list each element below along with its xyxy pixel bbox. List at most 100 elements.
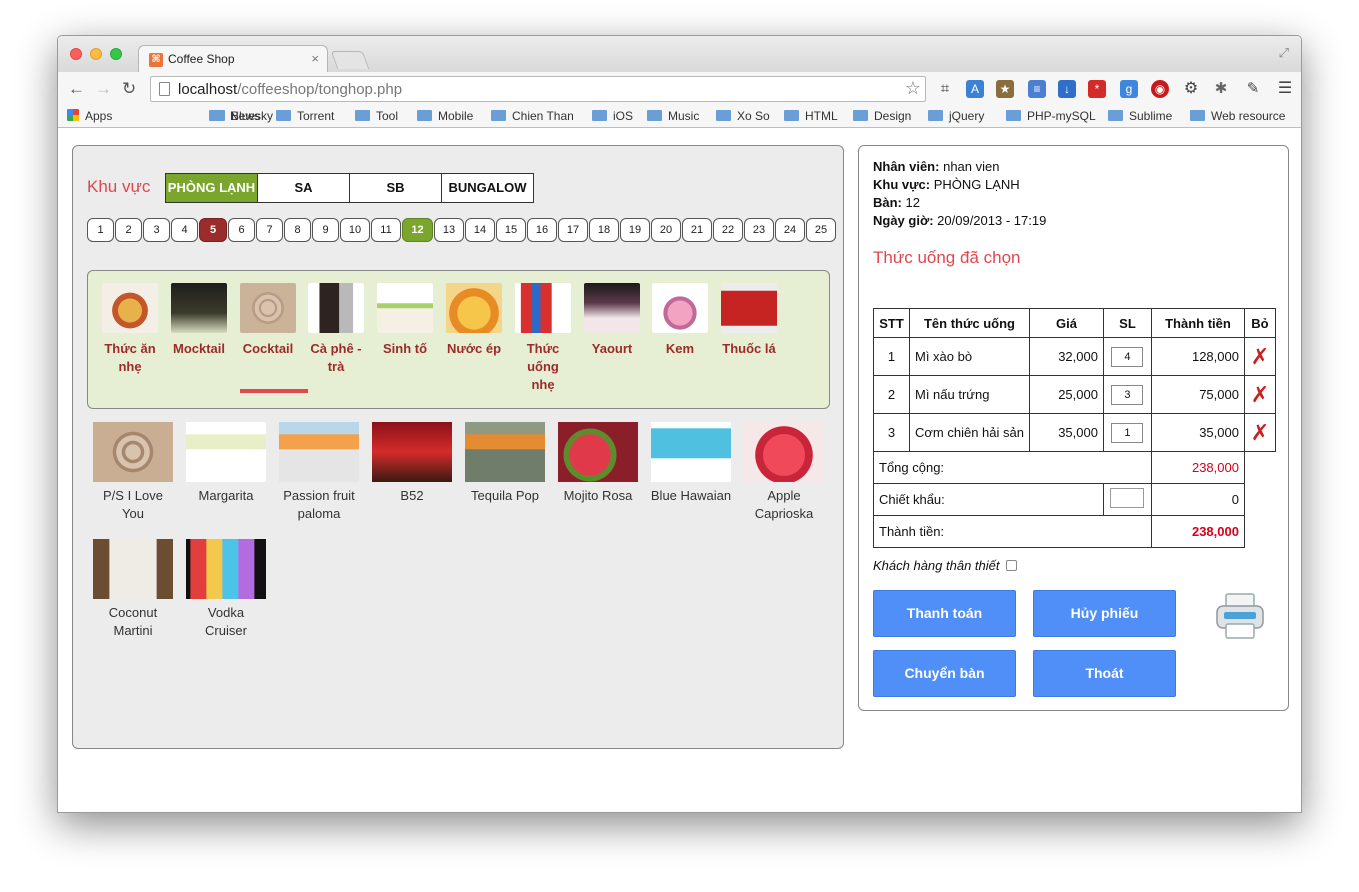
product-item[interactable]: Apple Caprioska: [739, 422, 829, 523]
tab-area-sb[interactable]: SB: [349, 173, 442, 203]
product-item[interactable]: Mojito Rosa: [553, 422, 643, 505]
move-table-button[interactable]: Chuyển bàn: [873, 650, 1016, 697]
zoom-window-button[interactable]: [110, 48, 122, 60]
notes-extension-icon[interactable]: ≡: [1028, 80, 1046, 98]
bookmark-folder[interactable]: Web resource: [1190, 109, 1285, 123]
bookmark-folder[interactable]: Mobile: [417, 109, 473, 123]
pay-button[interactable]: Thanh toán: [873, 590, 1016, 637]
table-button[interactable]: 1: [87, 218, 114, 242]
table-button[interactable]: 16: [527, 218, 557, 242]
bug-extension-icon[interactable]: ✱: [1212, 80, 1230, 98]
table-button[interactable]: 15: [496, 218, 526, 242]
category-item[interactable]: Sinh tố: [370, 283, 440, 358]
bookmark-folder[interactable]: Tool: [355, 109, 398, 123]
printer-icon[interactable]: [1214, 590, 1266, 642]
bookmark-folder[interactable]: Torrent: [276, 109, 334, 123]
product-item[interactable]: B52: [367, 422, 457, 505]
download-extension-icon[interactable]: ↓: [1058, 80, 1076, 98]
remove-icon[interactable]: ✗: [1251, 383, 1269, 406]
forward-arrow-icon[interactable]: →: [95, 79, 112, 99]
bookmark-folder[interactable]: Chien Than: [491, 109, 574, 123]
category-item[interactable]: Mocktail: [164, 283, 234, 358]
settings-gear-icon[interactable]: ⚙: [1182, 80, 1200, 98]
table-button[interactable]: 23: [744, 218, 774, 242]
table-button[interactable]: 20: [651, 218, 681, 242]
category-item[interactable]: Nước ép: [439, 283, 509, 358]
back-arrow-icon[interactable]: ←: [68, 79, 85, 99]
crop-extension-icon[interactable]: ⌗: [936, 80, 954, 98]
bookmark-folder[interactable]: News: [209, 109, 260, 123]
tab-area-sa[interactable]: SA: [257, 173, 350, 203]
bookmark-star-icon[interactable]: ☆: [905, 78, 921, 99]
new-badge-extension-icon[interactable]: ★: [996, 80, 1014, 98]
category-item[interactable]: Kem: [645, 283, 715, 358]
bookmark-folder[interactable]: HTML: [784, 109, 838, 123]
product-item[interactable]: Vodka Cruiser: [181, 539, 271, 640]
bookmark-folder[interactable]: Sublime: [1108, 109, 1172, 123]
exit-button[interactable]: Thoát: [1033, 650, 1176, 697]
tab-close-icon[interactable]: ×: [311, 51, 319, 66]
category-item[interactable]: Yaourt: [577, 283, 647, 358]
table-button[interactable]: 6: [228, 218, 255, 242]
remove-icon[interactable]: ✗: [1251, 421, 1269, 444]
product-item[interactable]: Tequila Pop: [460, 422, 550, 505]
tab-area-bungalow[interactable]: BUNGALOW: [441, 173, 534, 203]
product-item[interactable]: Margarita: [181, 422, 271, 505]
close-window-button[interactable]: [70, 48, 82, 60]
product-item[interactable]: Coconut Martini: [88, 539, 178, 640]
table-button[interactable]: 3: [143, 218, 170, 242]
category-item[interactable]: Cà phê - trà: [301, 283, 371, 376]
table-button[interactable]: 8: [284, 218, 311, 242]
category-item[interactable]: Thuốc lá: [714, 283, 784, 358]
minimize-window-button[interactable]: [90, 48, 102, 60]
category-item[interactable]: Thức ăn nhẹ: [95, 283, 165, 376]
table-button[interactable]: 24: [775, 218, 805, 242]
eyedropper-extension-icon[interactable]: ✎: [1244, 80, 1262, 98]
bookmark-folder[interactable]: Design: [853, 109, 911, 123]
table-button[interactable]: 21: [682, 218, 712, 242]
bookmark-folder[interactable]: Music: [647, 109, 699, 123]
address-bar[interactable]: localhost/coffeeshop/tonghop.php ☆: [150, 76, 926, 102]
new-tab-button[interactable]: [330, 51, 370, 69]
product-item[interactable]: Passion fruit paloma: [274, 422, 364, 523]
table-button[interactable]: 9: [312, 218, 339, 242]
table-button-busy[interactable]: 5: [199, 218, 227, 242]
table-button[interactable]: 13: [434, 218, 464, 242]
category-item-active[interactable]: Cocktail: [233, 283, 303, 358]
product-item[interactable]: Blue Hawaian: [646, 422, 736, 505]
quantity-input[interactable]: 3: [1111, 384, 1144, 405]
browser-tab[interactable]: ⌘ Coffee Shop ×: [138, 45, 328, 73]
cancel-ticket-button[interactable]: Hủy phiếu: [1033, 590, 1176, 637]
bookmark-folder[interactable]: jQuery: [928, 109, 984, 123]
quantity-input[interactable]: 1: [1111, 422, 1144, 443]
table-button[interactable]: 2: [115, 218, 142, 242]
fullscreen-icon[interactable]: ⤢: [1279, 45, 1289, 61]
menu-icon[interactable]: ☰: [1276, 80, 1294, 98]
table-button[interactable]: 17: [558, 218, 588, 242]
bookmark-folder[interactable]: PHP-mySQL: [1006, 109, 1096, 123]
table-button[interactable]: 18: [589, 218, 619, 242]
category-item[interactable]: Thức uống nhẹ: [508, 283, 578, 394]
bookmark-folder[interactable]: iOS: [592, 109, 633, 123]
table-button[interactable]: 7: [256, 218, 283, 242]
table-button[interactable]: 10: [340, 218, 370, 242]
bookmark-apps[interactable]: Apps: [67, 109, 112, 123]
table-button[interactable]: 11: [371, 218, 401, 242]
adblock-extension-icon[interactable]: ◉: [1151, 80, 1169, 98]
product-item[interactable]: P/S I Love You: [88, 422, 178, 523]
remove-icon[interactable]: ✗: [1251, 345, 1269, 368]
discount-input[interactable]: [1110, 488, 1145, 508]
google-extension-icon[interactable]: g: [1120, 80, 1138, 98]
quantity-input[interactable]: 4: [1111, 346, 1144, 367]
bookmark-folder[interactable]: Xo So: [716, 109, 770, 123]
table-button[interactable]: 14: [465, 218, 495, 242]
tab-area-phong-lanh[interactable]: PHÒNG LẠNH: [165, 173, 258, 203]
translate-extension-icon[interactable]: A: [966, 80, 984, 98]
table-button[interactable]: 22: [713, 218, 743, 242]
table-button-selected[interactable]: 12: [402, 218, 433, 242]
table-button[interactable]: 25: [806, 218, 836, 242]
table-button[interactable]: 19: [620, 218, 650, 242]
lastpass-extension-icon[interactable]: *: [1088, 80, 1106, 98]
reload-icon[interactable]: ↻: [122, 79, 136, 99]
table-button[interactable]: 4: [171, 218, 198, 242]
